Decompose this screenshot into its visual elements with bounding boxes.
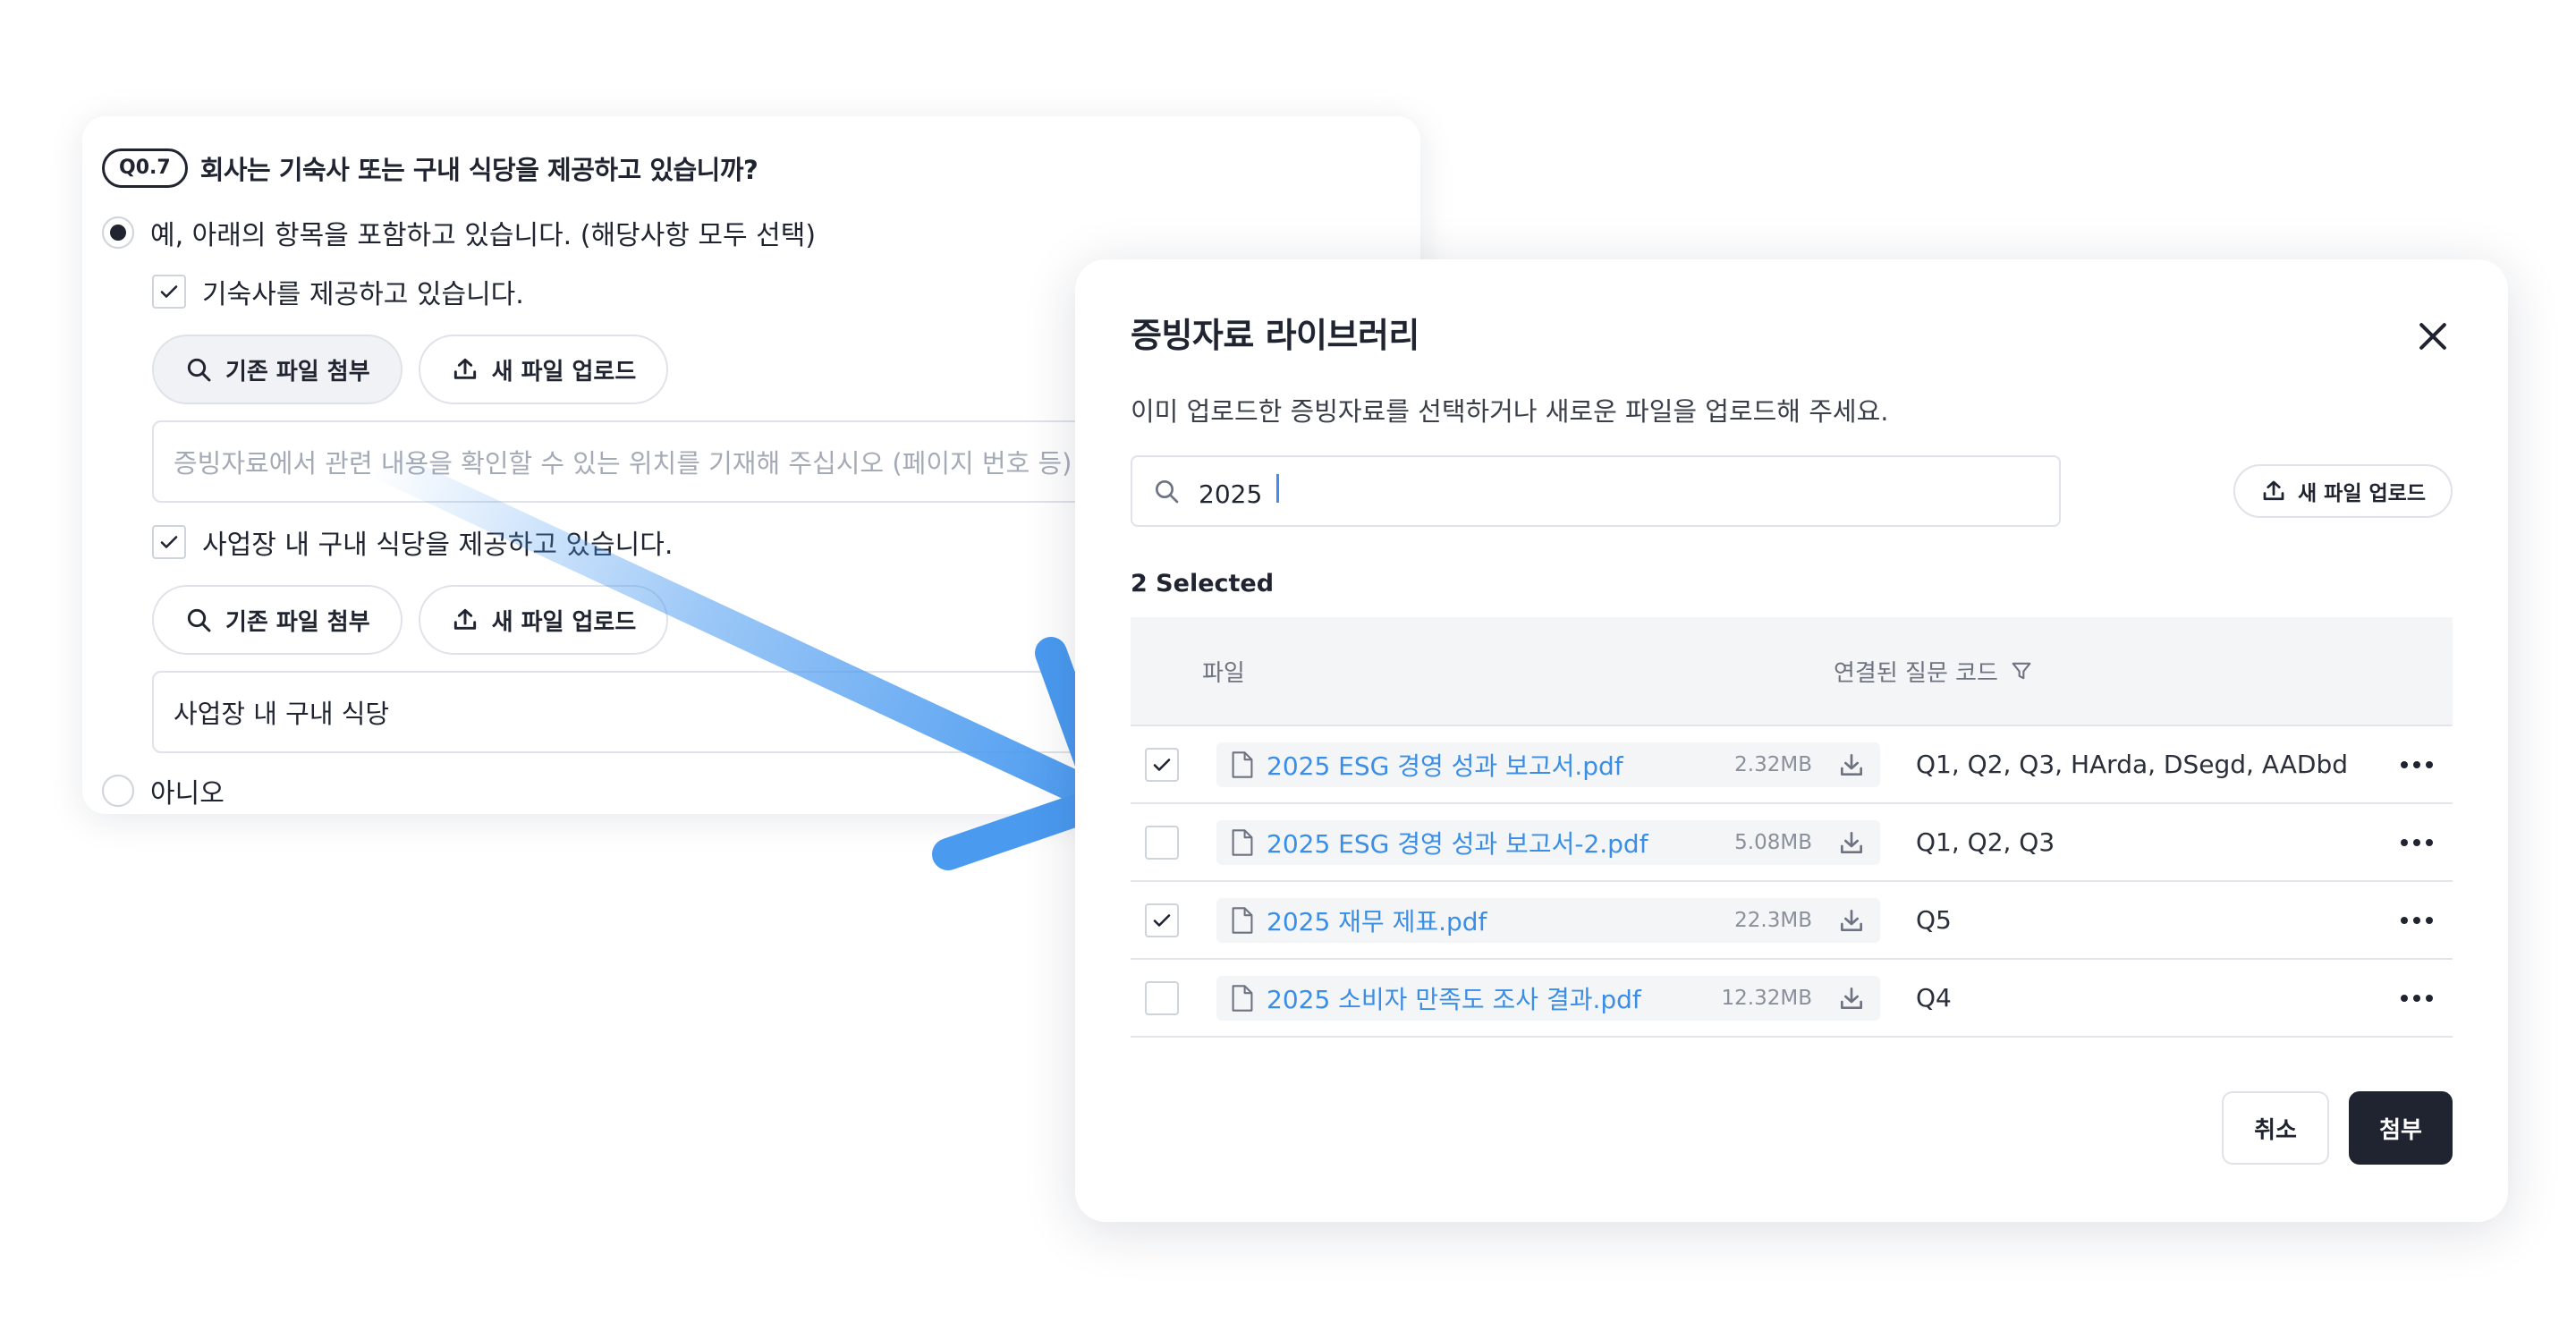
- attach-button[interactable]: 첨부: [2349, 1091, 2453, 1165]
- linked-codes: Q1, Q2, Q3: [1916, 827, 2055, 857]
- file-icon: [1232, 984, 1253, 1012]
- attach-existing-file-label: 기존 파일 첨부: [225, 608, 370, 636]
- item-dormitory-label: 기숙사를 제공하고 있습니다.: [202, 279, 524, 310]
- question-header: Q0.7 회사는 기숙사 또는 구내 식당을 제공하고 있습니까?: [102, 148, 1401, 188]
- evidence-location-input[interactable]: 증빙자료에서 관련 내용을 확인할 수 있는 위치를 기재해 주십시오 (페이지…: [152, 420, 1154, 503]
- file-name-link[interactable]: 2025 소비자 만족도 조사 결과.pdf: [1267, 980, 1709, 1016]
- file-size: 12.32MB: [1721, 986, 1812, 1010]
- download-icon[interactable]: [1837, 906, 1866, 935]
- item-cafeteria-checkbox[interactable]: [152, 525, 186, 559]
- file-name-link[interactable]: 2025 ESG 경영 성과 보고서.pdf: [1267, 747, 1722, 783]
- download-icon[interactable]: [1837, 984, 1866, 1013]
- row-checkbox[interactable]: [1145, 747, 1179, 782]
- check-icon: [160, 536, 178, 548]
- row-checkbox[interactable]: [1145, 825, 1179, 860]
- file-chip: 2025 ESG 경영 성과 보고서.pdf 2.32MB: [1216, 742, 1880, 787]
- question-title: 회사는 기숙사 또는 구내 식당을 제공하고 있습니까?: [199, 155, 758, 185]
- download-icon[interactable]: [1837, 828, 1866, 857]
- more-options-icon[interactable]: [2399, 759, 2435, 770]
- linked-codes: Q5: [1916, 905, 1952, 935]
- search-icon: [1156, 480, 1179, 504]
- option-no-label: 아니오: [150, 778, 225, 810]
- download-icon[interactable]: [1837, 750, 1866, 779]
- file-size: 22.3MB: [1734, 908, 1812, 932]
- more-options-icon[interactable]: [2399, 915, 2435, 926]
- table-row[interactable]: 2025 ESG 경영 성과 보고서.pdf 2.32MB Q1, Q2, Q3…: [1131, 726, 2453, 804]
- option-no-radio[interactable]: [102, 775, 134, 807]
- row-checkbox[interactable]: [1145, 980, 1179, 1015]
- search-icon: [187, 358, 211, 382]
- check-icon: [1153, 913, 1171, 927]
- file-icon: [1232, 828, 1253, 856]
- table-row[interactable]: 2025 소비자 만족도 조사 결과.pdf 12.32MB Q4: [1131, 960, 2453, 1038]
- modal-title: 증빙자료 라이브러리: [1131, 316, 1419, 355]
- more-options-icon[interactable]: [2399, 993, 2435, 1004]
- modal-upload-button[interactable]: 새 파일 업로드: [2233, 464, 2453, 518]
- linked-codes: Q4: [1916, 983, 1952, 1013]
- table-header: 파일 연결된 질문 코드: [1131, 617, 2453, 726]
- file-chip: 2025 ESG 경영 성과 보고서-2.pdf 5.08MB: [1216, 819, 1880, 865]
- more-options-icon[interactable]: [2399, 837, 2435, 848]
- file-icon: [1232, 906, 1253, 934]
- file-name-link[interactable]: 2025 ESG 경영 성과 보고서-2.pdf: [1267, 825, 1722, 860]
- file-chip: 2025 재무 제표.pdf 22.3MB: [1216, 897, 1880, 943]
- option-yes[interactable]: 예, 아래의 항목을 포함하고 있습니다. (해당사항 모두 선택): [102, 213, 1401, 252]
- close-icon[interactable]: [2413, 317, 2453, 356]
- table-row[interactable]: 2025 ESG 경영 성과 보고서-2.pdf 5.08MB Q1, Q2, …: [1131, 804, 2453, 882]
- column-codes-label: 연결된 질문 코드: [1834, 659, 1998, 687]
- file-size: 2.32MB: [1734, 752, 1812, 776]
- evidence-library-modal: 증빙자료 라이브러리 이미 업로드한 증빙자료를 선택하거나 새로운 파일을 업…: [1075, 259, 2508, 1222]
- modal-upload-label: 새 파일 업로드: [2298, 482, 2426, 505]
- item-cafeteria-label: 사업장 내 구내 식당을 제공하고 있습니다.: [202, 530, 674, 561]
- attach-existing-file-button[interactable]: 기존 파일 첨부: [152, 335, 402, 404]
- upload-icon: [453, 358, 476, 379]
- file-icon: [1232, 750, 1253, 778]
- question-code-badge: Q0.7: [102, 148, 188, 188]
- file-chip: 2025 소비자 만족도 조사 결과.pdf 12.32MB: [1216, 975, 1880, 1021]
- attach-existing-file-label: 기존 파일 첨부: [225, 358, 370, 386]
- attach-existing-file-button[interactable]: 기존 파일 첨부: [152, 585, 402, 655]
- file-table: 파일 연결된 질문 코드 2025 ESG 경영 성과 보고서.pdf 2.32…: [1131, 617, 2453, 1038]
- option-yes-label: 예, 아래의 항목을 포함하고 있습니다. (해당사항 모두 선택): [150, 220, 817, 251]
- upload-new-file-button[interactable]: 새 파일 업로드: [418, 335, 669, 404]
- file-search-input[interactable]: 2025: [1131, 455, 2061, 527]
- selected-count: 2 Selected: [1131, 570, 1275, 598]
- table-row[interactable]: 2025 재무 제표.pdf 22.3MB Q5: [1131, 882, 2453, 960]
- upload-new-file-label: 새 파일 업로드: [491, 608, 637, 636]
- linked-codes: Q1, Q2, Q3, HArda, DSegd, AADbd: [1916, 750, 2349, 779]
- search-icon: [187, 608, 211, 632]
- check-icon: [1153, 758, 1171, 771]
- row-checkbox[interactable]: [1145, 903, 1179, 937]
- file-name-link[interactable]: 2025 재무 제표.pdf: [1267, 903, 1722, 938]
- upload-new-file-button[interactable]: 새 파일 업로드: [418, 585, 669, 655]
- modal-description: 이미 업로드한 증빙자료를 선택하거나 새로운 파일을 업로드해 주세요.: [1131, 396, 1889, 427]
- filter-icon[interactable]: [2009, 658, 2034, 683]
- file-size: 5.08MB: [1734, 830, 1812, 854]
- cancel-button[interactable]: 취소: [2222, 1091, 2329, 1165]
- text-caret: [1276, 473, 1280, 503]
- evidence-location-input[interactable]: 사업장 내 구내 식당: [152, 671, 1154, 753]
- column-codes[interactable]: 연결된 질문 코드: [1834, 655, 2034, 688]
- search-value: 2025: [1199, 479, 1263, 509]
- item-dormitory-checkbox[interactable]: [152, 275, 186, 309]
- option-yes-radio[interactable]: [102, 216, 134, 249]
- upload-new-file-label: 새 파일 업로드: [491, 358, 637, 386]
- check-icon: [160, 285, 178, 298]
- column-file: 파일: [1202, 659, 1245, 687]
- upload-icon: [2263, 480, 2284, 501]
- upload-icon: [453, 608, 476, 630]
